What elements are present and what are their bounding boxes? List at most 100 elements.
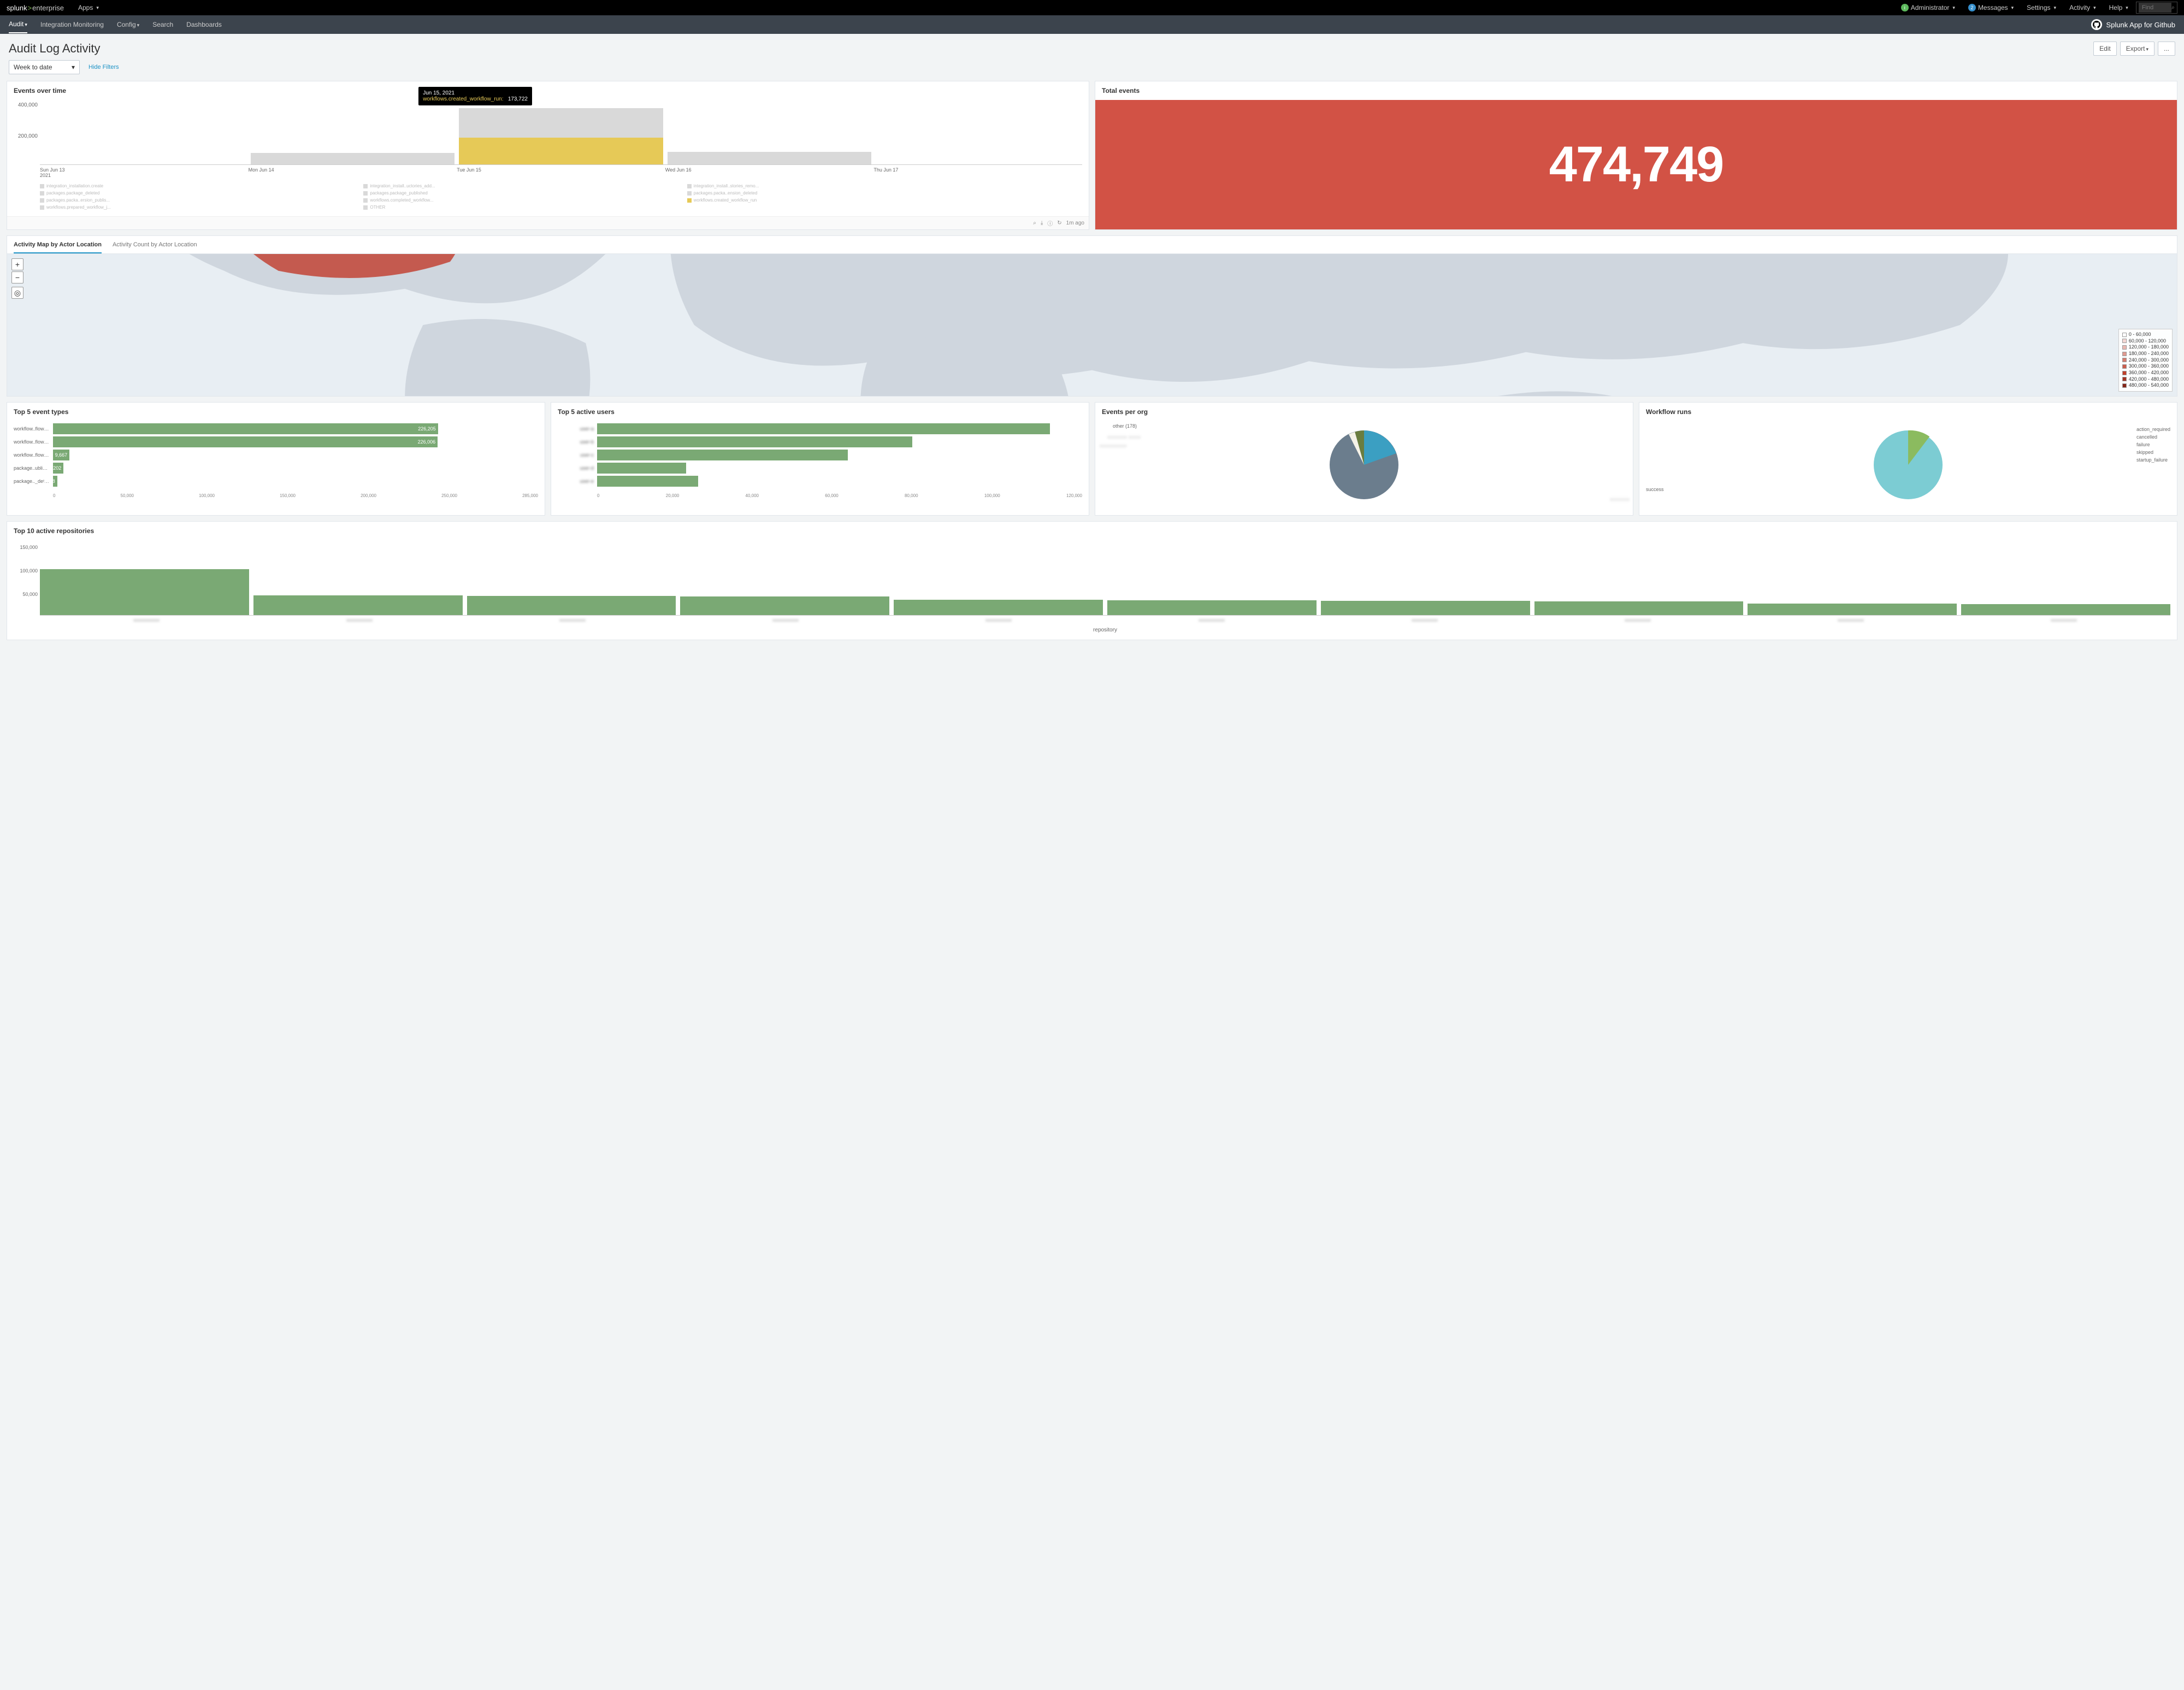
legend-item[interactable]: workflows.created_workflow_run — [687, 198, 1000, 203]
time-range-picker[interactable]: Week to date▾ — [9, 60, 80, 74]
global-topbar: splunk>enterprise Apps i Administrator 2… — [0, 0, 2184, 15]
choropleth-map[interactable]: + − ◎ 0 - 60,00060,000 - — [7, 254, 2177, 396]
events-per-org-pie[interactable]: other (178) xxxxxxxx xxxxxxxx xxxxx xxxx… — [1102, 421, 1626, 509]
hbar-row: user-a — [558, 423, 1082, 434]
world-map-svg — [7, 254, 2177, 396]
nav-audit[interactable]: Audit — [9, 16, 27, 33]
panel-title: Events per org — [1095, 403, 1633, 421]
panel-title: Top 5 event types — [7, 403, 545, 421]
panel-title: Workflow runs — [1639, 403, 2177, 421]
legend-item[interactable]: workflows.prepared_workflow_j... — [40, 205, 352, 210]
refresh-icon[interactable]: ↻ — [1057, 220, 1061, 226]
vbar — [680, 596, 889, 615]
more-button[interactable]: ... — [2158, 42, 2175, 56]
export-button[interactable]: Export — [2120, 42, 2155, 56]
legend-item[interactable]: integration_install..uctories_add... — [363, 184, 676, 188]
zoom-out-button[interactable]: − — [11, 271, 23, 283]
hbar-row: workflow..flow_run226,006 — [14, 436, 538, 447]
panel-total-events: Total events 474,749 — [1095, 81, 2177, 230]
top10-repos-chart[interactable]: 150,000 100,000 50,000 — [40, 545, 2170, 616]
hbar-row: package.._deleted2,468 — [14, 476, 538, 487]
panel-events-over-time: Events over time 400,000 200,000 — [7, 81, 1089, 230]
hbar-row: user-d — [558, 463, 1082, 474]
apps-menu[interactable]: Apps — [73, 4, 104, 11]
search-icon[interactable]: ⌕ — [2171, 4, 2175, 11]
administrator-menu[interactable]: i Administrator — [1896, 4, 1961, 11]
nav-integration-monitoring[interactable]: Integration Monitoring — [40, 16, 104, 33]
vbar — [894, 600, 1103, 615]
legend-item[interactable]: workflows.completed_workflow... — [363, 198, 676, 203]
events-over-time-chart[interactable]: 400,000 200,000 Jun — [40, 102, 1082, 165]
pie-label-blurred: xxxxxxxx xxxxx — [1107, 434, 1141, 440]
chart-legend: integration_installation.create integrati… — [40, 184, 1082, 210]
messages-count-badge: 2 — [1968, 4, 1976, 11]
splunk-logo[interactable]: splunk>enterprise — [7, 4, 64, 12]
vbar — [40, 569, 249, 615]
total-events-value: 474,749 — [1095, 100, 2177, 229]
map-legend-row: 60,000 - 120,000 — [2122, 338, 2169, 345]
activity-menu[interactable]: Activity — [2064, 4, 2102, 11]
top5-active-users-chart[interactable]: user-a user-b user-c user-d user-e — [558, 421, 1082, 491]
hide-filters-link[interactable]: Hide Filters — [88, 64, 119, 70]
vbar — [1534, 601, 1744, 615]
page-title: Audit Log Activity — [9, 42, 101, 56]
legend-item[interactable]: packages.package_published — [363, 191, 676, 196]
tab-activity-map[interactable]: Activity Map by Actor Location — [14, 241, 102, 253]
vbar — [467, 596, 676, 615]
settings-menu[interactable]: Settings — [2021, 4, 2062, 11]
locate-button[interactable]: ◎ — [11, 287, 23, 299]
legend-item[interactable]: integration_installation.create — [40, 184, 352, 188]
panel-title: Top 10 active repositories — [7, 522, 2177, 540]
vbar — [253, 595, 463, 615]
nav-config[interactable]: Config — [117, 16, 139, 33]
workflow-runs-pie[interactable]: action_requiredcancelledfailureskippedst… — [1646, 421, 2170, 509]
hbar-row: user-b — [558, 436, 1082, 447]
footer-time: 1m ago — [1066, 220, 1084, 226]
edit-button[interactable]: Edit — [2093, 42, 2117, 56]
map-legend-row: 360,000 - 420,000 — [2122, 370, 2169, 376]
page-header: Audit Log Activity Edit Export ... — [0, 34, 2184, 60]
legend-item[interactable]: OTHER — [363, 205, 676, 210]
vbar — [1748, 604, 1957, 615]
github-icon — [2091, 19, 2102, 30]
info-icon[interactable]: ⓘ — [1047, 219, 1053, 227]
zoom-in-button[interactable]: + — [11, 258, 23, 270]
map-legend: 0 - 60,00060,000 - 120,000120,000 - 180,… — [2118, 329, 2173, 392]
admin-badge-icon: i — [1901, 4, 1909, 11]
nav-search[interactable]: Search — [152, 16, 173, 33]
hbar-row: workflow..flow_run226,205 — [14, 423, 538, 434]
pie-label-blurred: xxxxxxxx — [1610, 497, 1630, 502]
hbar-row: user-c — [558, 450, 1082, 460]
app-name: Splunk App for Github — [2106, 21, 2175, 29]
chevron-down-icon: ▾ — [72, 63, 75, 71]
panel-top10-repos: Top 10 active repositories 150,000 100,0… — [7, 521, 2177, 640]
map-legend-row: 0 - 60,000 — [2122, 332, 2169, 338]
legend-item[interactable]: packages.packa..ension_deleted — [687, 191, 1000, 196]
messages-menu[interactable]: 2 Messages — [1963, 4, 2019, 11]
tab-activity-count[interactable]: Activity Count by Actor Location — [113, 241, 197, 253]
panel-activity-map: Activity Map by Actor Location Activity … — [7, 235, 2177, 397]
pie-labels: action_requiredcancelledfailureskippedst… — [2136, 427, 2170, 463]
chart-tooltip: Jun 15, 2021 workflows.created_workflow_… — [418, 87, 532, 105]
legend-item[interactable]: integration_install..stories_remo... — [687, 184, 1000, 188]
vbar — [1107, 600, 1317, 615]
vbar — [1961, 604, 2170, 615]
export-icon[interactable]: ⤓ — [1041, 220, 1043, 226]
top5-event-types-chart[interactable]: workflow..flow_run226,205 workflow..flow_… — [14, 421, 538, 491]
hbar-row: user-e — [558, 476, 1082, 487]
panel-events-per-org: Events per org other (178) xxxxxxxx xxxx… — [1095, 402, 1633, 516]
search-icon[interactable]: ⌕ — [1033, 220, 1036, 226]
panel-title: Events over time — [7, 81, 1089, 100]
legend-item[interactable]: packages.packa..ersion_publis... — [40, 198, 352, 203]
panel-title: Total events — [1095, 81, 2177, 100]
pie-label-other: other (178) — [1113, 423, 1137, 429]
pie-label-success: success — [1646, 487, 1664, 492]
legend-item[interactable]: packages.package_deleted — [40, 191, 352, 196]
nav-dashboards[interactable]: Dashboards — [186, 16, 222, 33]
find-input[interactable] — [2139, 3, 2171, 13]
map-legend-row: 300,000 - 360,000 — [2122, 363, 2169, 370]
help-menu[interactable]: Help — [2104, 4, 2134, 11]
filter-row: Week to date▾ Hide Filters — [0, 60, 2184, 81]
map-legend-row: 180,000 - 240,000 — [2122, 351, 2169, 357]
map-legend-row: 120,000 - 180,000 — [2122, 344, 2169, 351]
